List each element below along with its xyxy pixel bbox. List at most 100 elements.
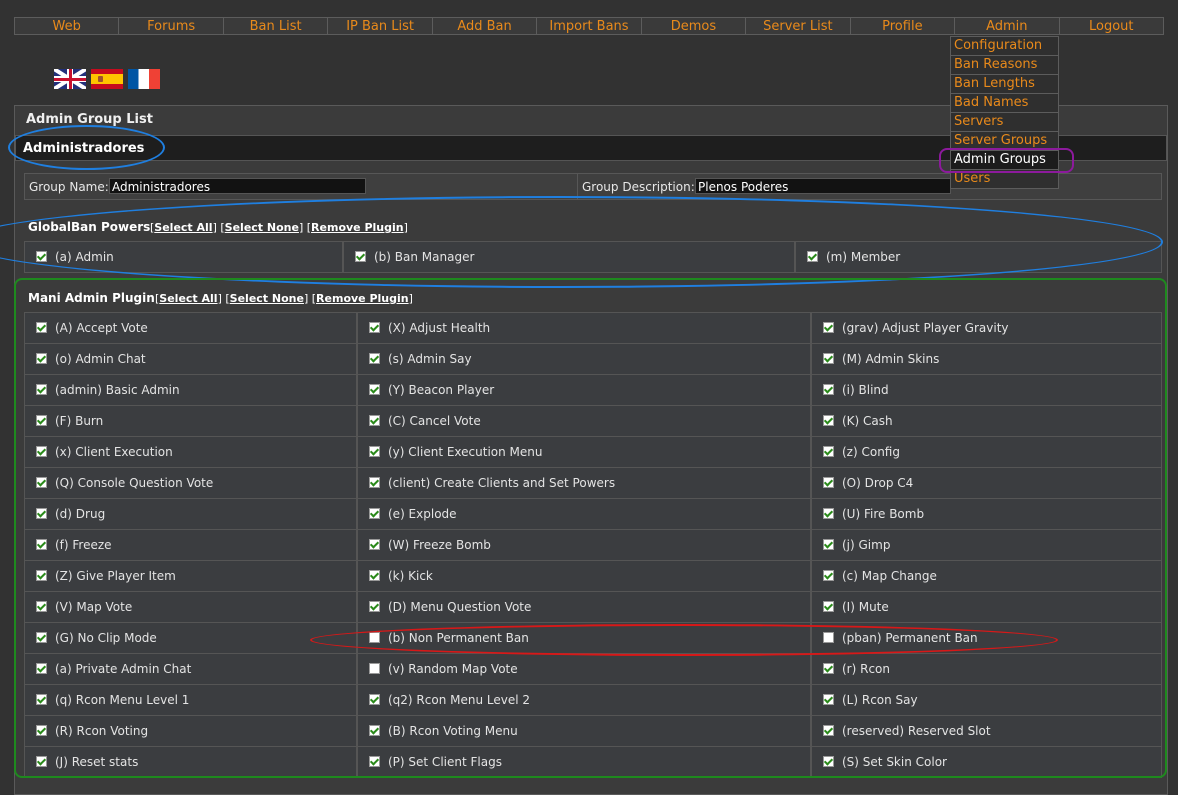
- menu-item-users[interactable]: Users: [950, 170, 1059, 189]
- checkbox-checked[interactable]: [823, 353, 834, 364]
- nav-forums[interactable]: Forums: [119, 18, 224, 34]
- checkbox-checked[interactable]: [369, 508, 380, 519]
- checkbox-checked[interactable]: [36, 322, 47, 333]
- permission-label: (v) Random Map Vote: [388, 662, 518, 676]
- checkbox-checked[interactable]: [369, 477, 380, 488]
- permission-label: (B) Rcon Voting Menu: [388, 724, 518, 738]
- checkbox-unchecked[interactable]: [369, 632, 380, 643]
- nav-logout[interactable]: Logout: [1060, 18, 1163, 34]
- select-none-link[interactable]: Select None: [225, 221, 299, 234]
- checkbox-checked[interactable]: [823, 570, 834, 581]
- mani-grid: (A) Accept Vote (X) Adjust Health (grav) A…: [24, 312, 1162, 778]
- permission-label: (z) Config: [842, 445, 900, 459]
- checkbox-checked[interactable]: [823, 756, 834, 767]
- checkbox-checked[interactable]: [807, 251, 818, 262]
- nav-demos[interactable]: Demos: [642, 18, 747, 34]
- checkbox-checked[interactable]: [355, 251, 366, 262]
- nav-ban-list[interactable]: Ban List: [224, 18, 329, 34]
- checkbox-checked[interactable]: [823, 508, 834, 519]
- checkbox-checked[interactable]: [36, 663, 47, 674]
- checkbox-checked[interactable]: [369, 570, 380, 581]
- checkbox-checked[interactable]: [369, 601, 380, 612]
- checkbox-unchecked[interactable]: [823, 632, 834, 643]
- checkbox-checked[interactable]: [823, 322, 834, 333]
- permission-cell: (G) No Clip Mode: [24, 623, 357, 654]
- permission-label: (M) Admin Skins: [842, 352, 940, 366]
- permission-cell: (r) Rcon: [811, 654, 1162, 685]
- select-all-link[interactable]: Select All: [159, 292, 217, 305]
- checkbox-checked[interactable]: [369, 694, 380, 705]
- menu-item-ban-reasons[interactable]: Ban Reasons: [950, 56, 1059, 75]
- nav-server-list[interactable]: Server List: [746, 18, 851, 34]
- checkbox-checked[interactable]: [36, 725, 47, 736]
- checkbox-checked[interactable]: [823, 601, 834, 612]
- checkbox-checked[interactable]: [369, 756, 380, 767]
- checkbox-checked[interactable]: [36, 570, 47, 581]
- spain-flag-icon[interactable]: [91, 69, 123, 89]
- permission-cell: (X) Adjust Health: [357, 313, 811, 344]
- checkbox-checked[interactable]: [369, 353, 380, 364]
- checkbox-checked[interactable]: [36, 756, 47, 767]
- checkbox-unchecked[interactable]: [369, 663, 380, 674]
- select-none-link[interactable]: Select None: [230, 292, 304, 305]
- checkbox-checked[interactable]: [369, 322, 380, 333]
- checkbox-checked[interactable]: [36, 632, 47, 643]
- checkbox-checked[interactable]: [369, 384, 380, 395]
- checkbox-checked[interactable]: [823, 415, 834, 426]
- uk-flag-icon[interactable]: [54, 69, 86, 89]
- checkbox-checked[interactable]: [36, 353, 47, 364]
- checkbox-checked[interactable]: [369, 415, 380, 426]
- remove-plugin-link[interactable]: Remove Plugin: [316, 292, 409, 305]
- nav-admin[interactable]: Admin: [955, 18, 1060, 34]
- permission-cell: (grav) Adjust Player Gravity: [811, 313, 1162, 344]
- nav-import-bans[interactable]: Import Bans: [537, 18, 642, 34]
- menu-item-servers[interactable]: Servers: [950, 113, 1059, 132]
- checkbox-checked[interactable]: [36, 446, 47, 457]
- permission-cell: (V) Map Vote: [24, 592, 357, 623]
- nav-profile[interactable]: Profile: [851, 18, 956, 34]
- checkbox-checked[interactable]: [823, 725, 834, 736]
- checkbox-checked[interactable]: [36, 601, 47, 612]
- checkbox-checked[interactable]: [369, 539, 380, 550]
- menu-item-ban-lengths[interactable]: Ban Lengths: [950, 75, 1059, 94]
- permission-cell: (Z) Give Player Item: [24, 561, 357, 592]
- checkbox-checked[interactable]: [823, 446, 834, 457]
- permission-cell: (R) Rcon Voting: [24, 716, 357, 747]
- checkbox-checked[interactable]: [823, 694, 834, 705]
- checkbox-checked[interactable]: [823, 477, 834, 488]
- remove-plugin-link[interactable]: Remove Plugin: [311, 221, 404, 234]
- permission-cell: (W) Freeze Bomb: [357, 530, 811, 561]
- checkbox-checked[interactable]: [36, 508, 47, 519]
- checkbox-checked[interactable]: [369, 725, 380, 736]
- menu-item-server-groups[interactable]: Server Groups: [950, 132, 1059, 151]
- nav-ip-ban-list[interactable]: IP Ban List: [328, 18, 433, 34]
- permission-cell: (z) Config: [811, 437, 1162, 468]
- menu-item-admin-groups[interactable]: Admin Groups: [950, 151, 1059, 170]
- group-description-input[interactable]: Plenos Poderes: [695, 178, 951, 194]
- permission-label: (reserved) Reserved Slot: [842, 724, 991, 738]
- checkbox-checked[interactable]: [823, 384, 834, 395]
- nav-web[interactable]: Web: [15, 18, 120, 34]
- permission-cell: (b) Non Permanent Ban: [357, 623, 811, 654]
- permission-cell: (x) Client Execution: [24, 437, 357, 468]
- menu-item-bad-names[interactable]: Bad Names: [950, 94, 1059, 113]
- permission-label: (b) Non Permanent Ban: [388, 631, 529, 645]
- select-all-link[interactable]: Select All: [154, 221, 212, 234]
- france-flag-icon[interactable]: [128, 69, 160, 89]
- checkbox-checked[interactable]: [36, 384, 47, 395]
- group-name-input[interactable]: Administradores: [109, 178, 366, 194]
- nav-add-ban[interactable]: Add Ban: [433, 18, 538, 34]
- permission-label: (X) Adjust Health: [388, 321, 491, 335]
- checkbox-checked[interactable]: [36, 539, 47, 550]
- checkbox-checked[interactable]: [823, 663, 834, 674]
- checkbox-checked[interactable]: [369, 446, 380, 457]
- checkbox-checked[interactable]: [823, 539, 834, 550]
- checkbox-checked[interactable]: [36, 694, 47, 705]
- checkbox-checked[interactable]: [36, 251, 47, 262]
- menu-item-configuration[interactable]: Configuration: [950, 37, 1059, 56]
- permission-cell: (a) Private Admin Chat: [24, 654, 357, 685]
- permission-cell: (d) Drug: [24, 499, 357, 530]
- checkbox-checked[interactable]: [36, 415, 47, 426]
- checkbox-checked[interactable]: [36, 477, 47, 488]
- panel-title: Admin Group List: [26, 112, 153, 127]
